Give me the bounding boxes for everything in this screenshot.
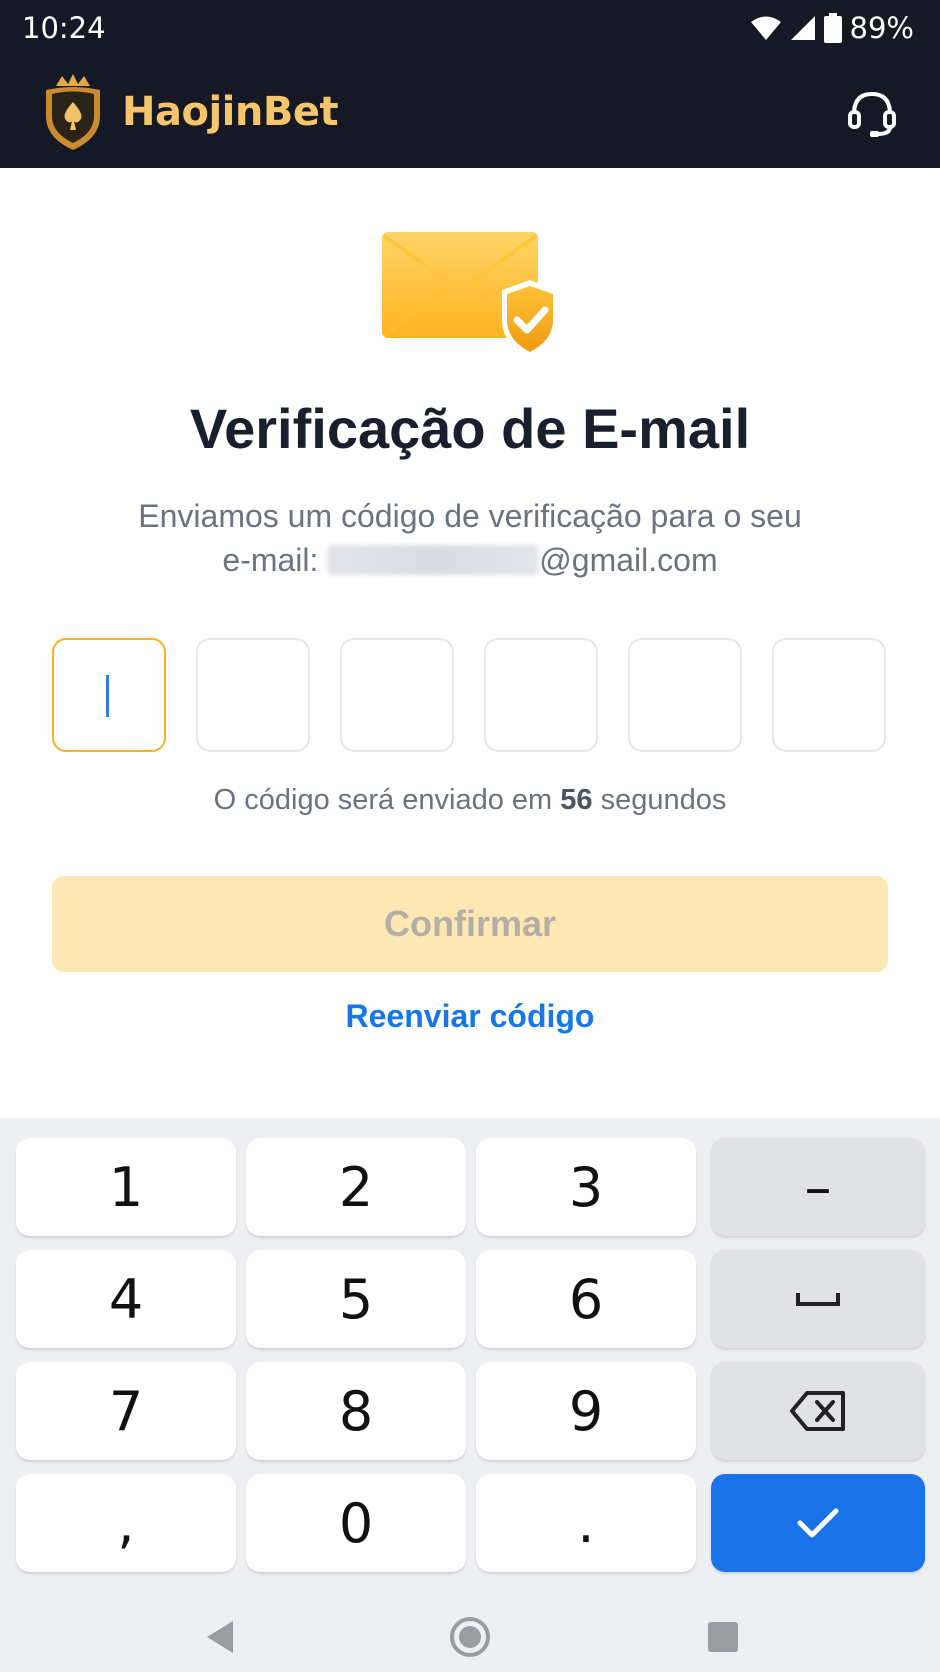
key-backspace[interactable] [711,1362,925,1460]
resend-code-link[interactable]: Reenviar código [0,998,940,1035]
check-icon [797,1508,839,1538]
nav-back-button[interactable] [195,1612,245,1662]
code-digit-6[interactable] [772,638,886,752]
nav-recents-button[interactable] [698,1612,748,1662]
code-digit-1[interactable] [52,638,166,752]
numeric-keyboard: 1 2 3 – 4 5 6 7 8 9 , 0 . [0,1118,940,1600]
customer-support-button[interactable] [844,84,900,140]
key-space[interactable] [711,1250,925,1348]
system-nav-bar [0,1600,940,1672]
code-input-row [52,638,888,752]
status-icons: 89% [750,11,914,45]
status-time: 10:24 [22,11,106,45]
backspace-icon [790,1391,845,1431]
key-5[interactable]: 5 [246,1250,466,1348]
app-header: HaojinBet [0,56,940,168]
key-2[interactable]: 2 [246,1138,466,1236]
crown-shield-logo-icon [46,74,100,150]
page-title: Verificação de E-mail [189,397,751,460]
timer-text-after: segundos [600,784,727,816]
key-0[interactable]: 0 [246,1474,466,1572]
space-icon [796,1293,840,1306]
email-domain: @gmail.com [539,542,718,578]
wifi-icon [750,16,781,40]
key-8[interactable]: 8 [246,1362,466,1460]
email-masked-username [327,545,540,575]
confirm-button[interactable]: Confirmar [52,876,888,972]
back-icon [207,1621,233,1653]
text-caret [106,675,109,717]
key-comma[interactable]: , [16,1474,236,1572]
timer-text-before: O código será enviado em [213,784,553,816]
key-dash[interactable]: – [711,1138,925,1236]
key-3[interactable]: 3 [476,1138,696,1236]
recents-icon [708,1622,738,1652]
resend-timer: O código será enviado em 56 segundos [0,784,940,817]
home-icon [450,1617,490,1657]
signal-icon [790,16,815,40]
headset-icon [848,91,896,137]
code-digit-4[interactable] [484,638,598,752]
key-6[interactable]: 6 [476,1250,696,1348]
key-done[interactable] [711,1474,925,1572]
brand-name: HaojinBet [122,89,339,135]
code-digit-5[interactable] [628,638,742,752]
verification-subtitle: Enviamos um código de verificação para o… [80,494,860,582]
email-line: e-mail: @gmail.com [80,538,860,582]
code-digit-2[interactable] [196,638,310,752]
email-shield-icon [382,232,558,358]
email-prefix: e-mail: [222,542,319,578]
battery-icon [823,13,842,43]
key-period[interactable]: . [476,1474,696,1572]
key-9[interactable]: 9 [476,1362,696,1460]
brand[interactable]: HaojinBet [40,72,339,152]
subtitle-line: Enviamos um código de verificação para o… [138,498,802,534]
key-7[interactable]: 7 [16,1362,236,1460]
timer-seconds: 56 [560,784,593,816]
key-4[interactable]: 4 [16,1250,236,1348]
status-bar: 10:24 89% [0,0,940,56]
verification-panel: Verificação de E-mail Enviamos um código… [0,168,940,1118]
battery-level: 89% [849,11,914,45]
key-1[interactable]: 1 [16,1138,236,1236]
code-digit-3[interactable] [340,638,454,752]
nav-home-button[interactable] [445,1612,495,1662]
